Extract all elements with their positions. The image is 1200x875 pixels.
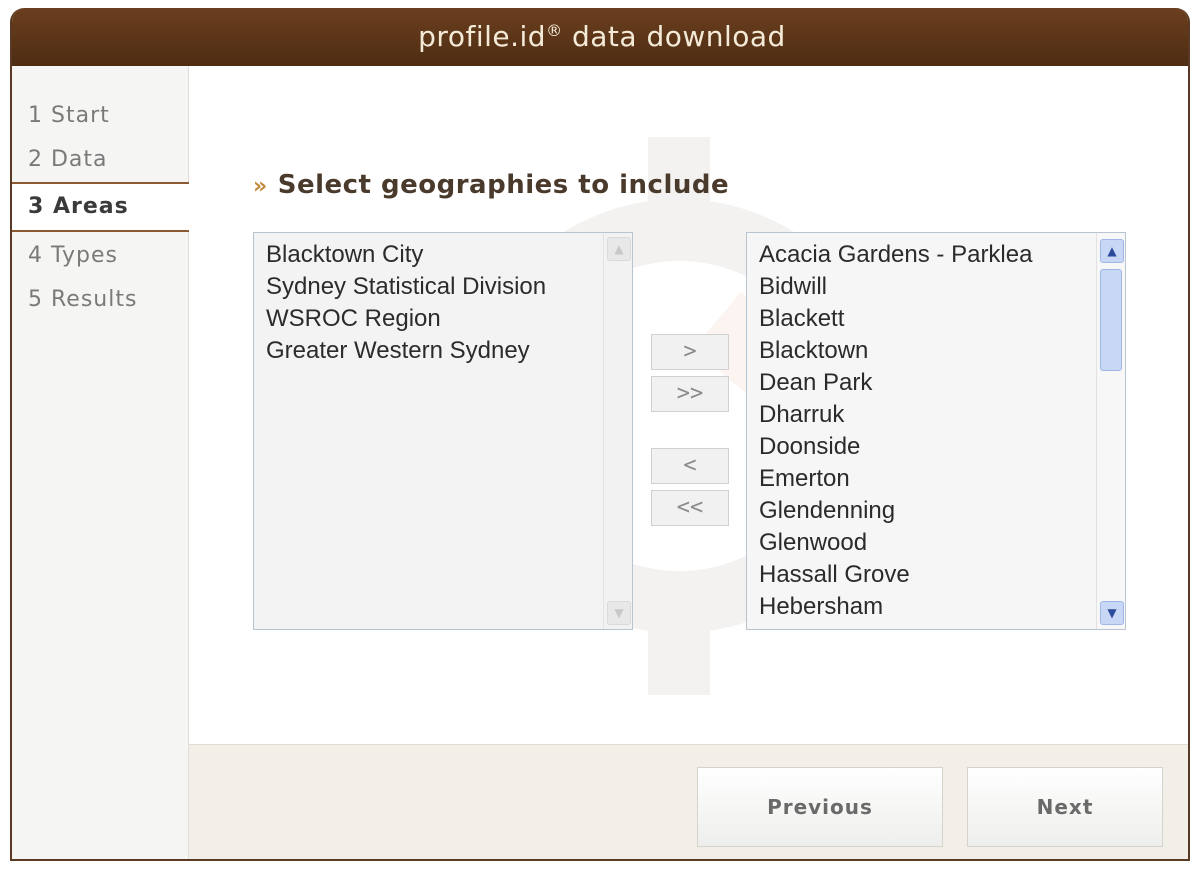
add-all-button[interactable]: >> bbox=[651, 376, 729, 412]
registered-mark: ® bbox=[546, 21, 563, 40]
wizard-window: profile.id® data download 1 Start 2 Data… bbox=[10, 8, 1190, 861]
list-item[interactable]: Sydney Statistical Division bbox=[266, 271, 592, 303]
list-item[interactable]: Blackett bbox=[759, 303, 1085, 335]
title-suffix: data download bbox=[571, 20, 786, 53]
remove-button[interactable]: < bbox=[651, 448, 729, 484]
page-heading: » Select geographies to include bbox=[253, 170, 729, 200]
heading-text: Select geographies to include bbox=[277, 170, 730, 200]
list-item[interactable]: Emerton bbox=[759, 463, 1085, 495]
list-item[interactable]: Dharruk bbox=[759, 399, 1085, 431]
main-panel: » Select geographies to include Blacktown… bbox=[189, 66, 1188, 859]
list-item[interactable]: Acacia Gardens - Parklea bbox=[759, 239, 1085, 271]
step-results[interactable]: 5 Results bbox=[12, 278, 188, 322]
wizard-footer: Previous Next bbox=[189, 744, 1188, 859]
add-button[interactable]: > bbox=[651, 334, 729, 370]
previous-button[interactable]: Previous bbox=[697, 767, 943, 847]
wizard-steps: 1 Start 2 Data 3 Areas 4 Types 5 Results bbox=[12, 66, 190, 859]
list-item[interactable]: Hebersham bbox=[759, 591, 1085, 623]
available-areas-listbox[interactable]: Acacia Gardens - Parklea Bidwill Blacket… bbox=[746, 232, 1126, 630]
list-item[interactable]: Glenwood bbox=[759, 527, 1085, 559]
selected-areas-list: Blacktown City Sydney Statistical Divisi… bbox=[254, 233, 604, 629]
list-item[interactable]: Blacktown bbox=[759, 335, 1085, 367]
step-data[interactable]: 2 Data bbox=[12, 138, 188, 182]
remove-all-button[interactable]: << bbox=[651, 490, 729, 526]
available-areas-scrollbar[interactable]: ▲ ▼ bbox=[1096, 233, 1125, 629]
scroll-down-icon[interactable]: ▼ bbox=[607, 601, 631, 625]
heading-chevron-icon: » bbox=[253, 174, 268, 199]
scroll-down-icon[interactable]: ▼ bbox=[1100, 601, 1124, 625]
selected-areas-listbox[interactable]: Blacktown City Sydney Statistical Divisi… bbox=[253, 232, 633, 630]
scroll-up-icon[interactable]: ▲ bbox=[607, 237, 631, 261]
scroll-thumb[interactable] bbox=[1100, 269, 1122, 371]
step-types[interactable]: 4 Types bbox=[12, 234, 188, 278]
step-start[interactable]: 1 Start bbox=[12, 94, 188, 138]
title-bar: profile.id® data download bbox=[12, 8, 1188, 66]
list-item[interactable]: Bidwill bbox=[759, 271, 1085, 303]
selected-areas-scrollbar[interactable]: ▲ ▼ bbox=[603, 233, 632, 629]
list-item[interactable]: Glendenning bbox=[759, 495, 1085, 527]
available-areas-list: Acacia Gardens - Parklea Bidwill Blacket… bbox=[747, 233, 1097, 629]
list-item[interactable]: Greater Western Sydney bbox=[266, 335, 592, 367]
list-item[interactable]: WSROC Region bbox=[266, 303, 592, 335]
step-areas[interactable]: 3 Areas bbox=[12, 182, 190, 232]
scroll-up-icon[interactable]: ▲ bbox=[1100, 239, 1124, 263]
app-title: profile.id bbox=[418, 20, 547, 53]
list-item[interactable]: Hassall Grove bbox=[759, 559, 1085, 591]
list-item[interactable]: Blacktown City bbox=[266, 239, 592, 271]
list-item[interactable]: Doonside bbox=[759, 431, 1085, 463]
list-item[interactable]: Dean Park bbox=[759, 367, 1085, 399]
next-button[interactable]: Next bbox=[967, 767, 1163, 847]
